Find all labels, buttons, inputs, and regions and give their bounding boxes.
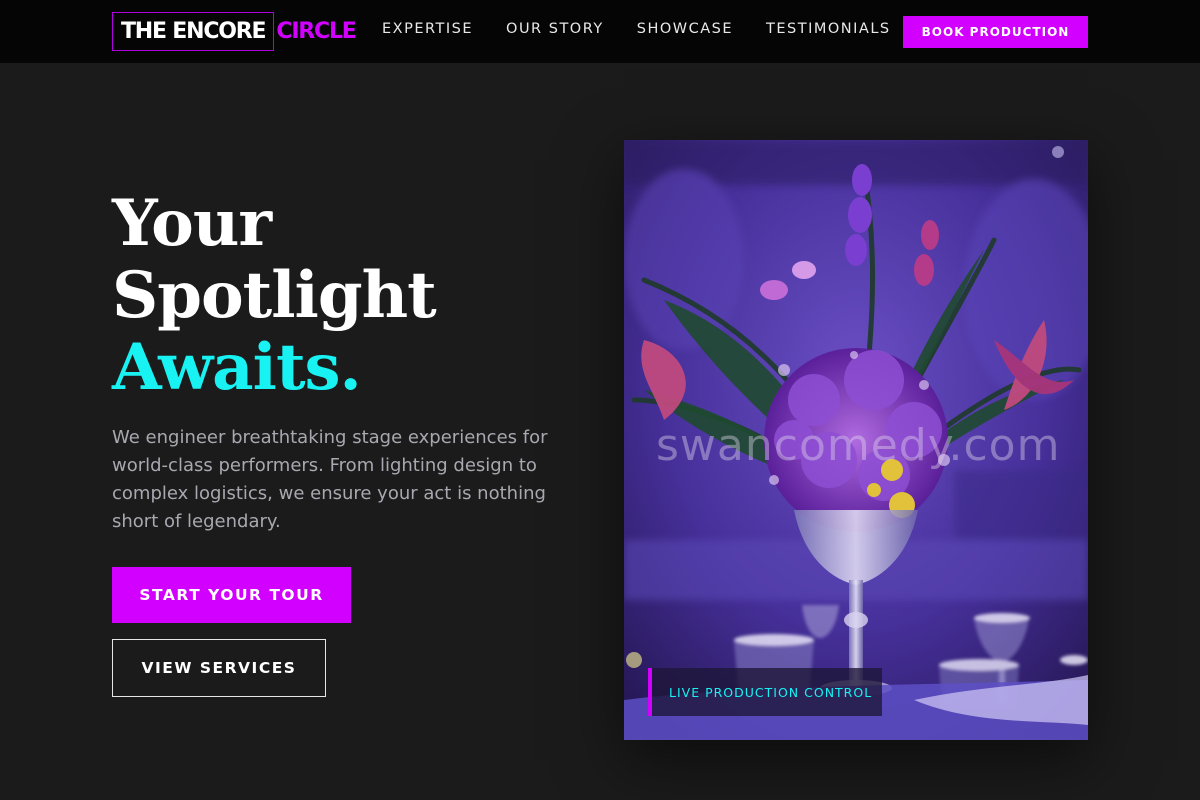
nav-item-our-story[interactable]: OUR STORY <box>506 21 604 37</box>
live-production-control-badge: LIVE PRODUCTION CONTROL <box>648 668 882 716</box>
headline-line-2: Spotlight <box>112 258 437 333</box>
book-production-button[interactable]: BOOK PRODUCTION <box>903 16 1088 48</box>
hero-headline: Your Spotlight Awaits. <box>112 186 437 405</box>
headline-accent: Awaits. <box>112 330 362 405</box>
view-services-button[interactable]: VIEW SERVICES <box>112 639 326 697</box>
top-navigation-bar: THE ENCORE CIRCLE EXPERTISE OUR STORY SH… <box>0 0 1200 63</box>
nav-item-expertise[interactable]: EXPERTISE <box>382 21 473 37</box>
brand-logo[interactable]: THE ENCORE CIRCLE <box>112 12 357 51</box>
main-nav: EXPERTISE OUR STORY SHOWCASE TESTIMONIAL… <box>382 21 891 37</box>
headline-line-1: Your <box>112 186 272 261</box>
start-your-tour-button[interactable]: START YOUR TOUR <box>112 567 351 623</box>
image-watermark: swancomedy.com <box>656 420 1061 471</box>
brand-name-accent: CIRCLE <box>276 19 356 44</box>
nav-item-testimonials[interactable]: TESTIMONIALS <box>766 21 891 37</box>
brand-name-main: THE ENCORE <box>112 12 275 51</box>
hero-intro-text: We engineer breathtaking stage experienc… <box>112 427 548 532</box>
nav-item-showcase[interactable]: SHOWCASE <box>637 21 733 37</box>
